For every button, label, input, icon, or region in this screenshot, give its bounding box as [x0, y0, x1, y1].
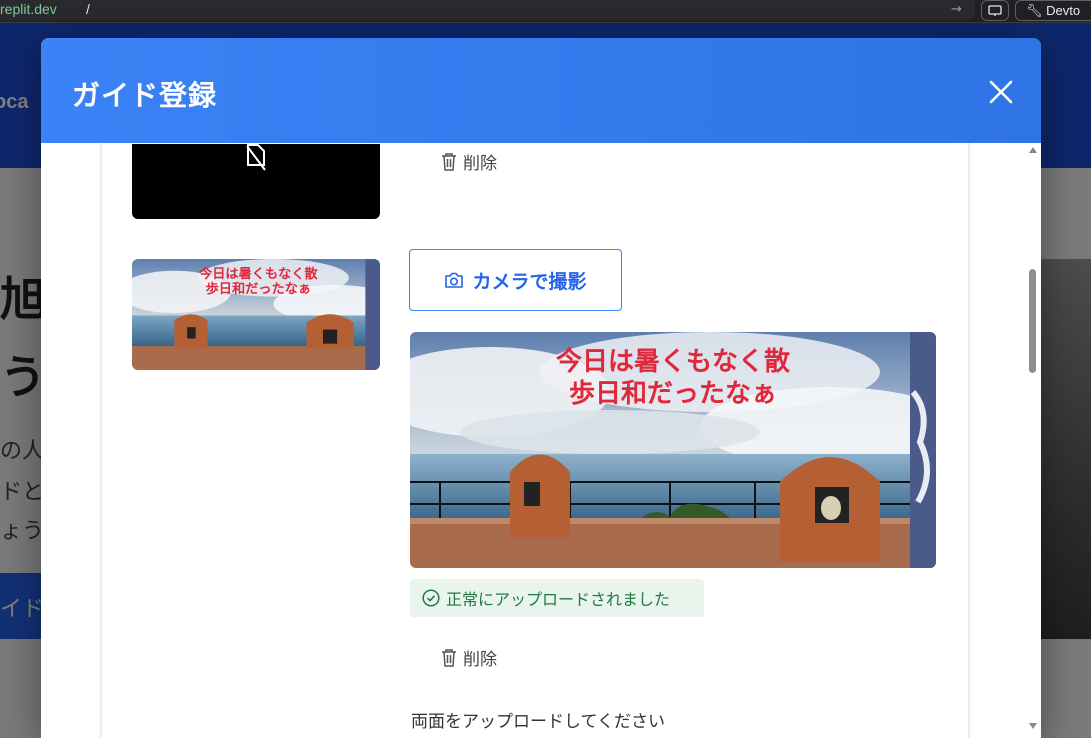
browser-toolbar: replit.dev / → 🔧︎ Devto [0, 0, 1091, 23]
photo-caption-line2: 歩日和だったなぁ [569, 379, 777, 409]
trash-icon [442, 648, 456, 667]
broken-image-icon [246, 144, 266, 171]
photo-caption-line1: 今日は暑くもなく散 [556, 346, 790, 377]
upload-success-badge: 正常にアップロードされました [410, 579, 704, 617]
scroll-down-arrow-icon[interactable] [1029, 723, 1037, 729]
modal-scrollbar[interactable] [1025, 143, 1041, 738]
devtools-label: Devto [1046, 3, 1081, 18]
camera-button-label: カメラで撮影 [472, 270, 587, 293]
devtools-button[interactable]: 🔧︎ Devto [1015, 0, 1091, 21]
go-arrow-icon[interactable]: → [951, 2, 962, 17]
camera-icon [445, 272, 464, 288]
delete-label-1: 削除 [463, 154, 497, 174]
upload-card: 削除 今日は暑くもなく散 歩日和だったなぁ カメラで撮影 今日は暑くもなく散 歩… [101, 143, 969, 738]
guide-registration-modal: ガイド登録 削除 今日は暑くもなく散 歩日和だったなぁ カメラで撮影 今日は暑く… [41, 38, 1041, 738]
check-circle-icon [422, 589, 440, 607]
camera-capture-button[interactable]: カメラで撮影 [409, 249, 622, 311]
address-bar[interactable]: replit.dev / → [0, 0, 975, 21]
url-host: replit.dev [0, 1, 57, 17]
document-thumbnail: 今日は暑くもなく散 歩日和だったなぁ [132, 259, 380, 370]
modal-body: 削除 今日は暑くもなく散 歩日和だったなぁ カメラで撮影 今日は暑くもなく散 歩… [41, 143, 1041, 738]
wrench-icon: 🔧︎ [1026, 3, 1047, 18]
uploaded-photo-preview: 今日は暑くもなく散 歩日和だったなぁ [410, 332, 936, 568]
thumb-caption-line2: 歩日和だったなぁ [206, 280, 312, 297]
trash-icon [442, 152, 456, 171]
thumb-caption-line1: 今日は暑くもなく散 [199, 265, 319, 282]
scroll-thumb[interactable] [1029, 269, 1036, 373]
modal-title: ガイド登録 [72, 79, 218, 112]
delete-button-2[interactable]: 削除 [441, 645, 497, 670]
delete-label-2: 削除 [463, 650, 497, 670]
document-thumbnail-empty [132, 144, 380, 219]
modal-header: ガイド登録 [41, 38, 1041, 143]
delete-button-1[interactable]: 削除 [441, 149, 497, 174]
upload-hint-text: 両面をアップロードしてください [411, 712, 665, 732]
monitor-icon[interactable] [981, 0, 1009, 21]
close-icon[interactable] [985, 76, 1017, 108]
success-message: 正常にアップロードされました [446, 590, 671, 609]
scroll-up-arrow-icon[interactable] [1029, 147, 1037, 153]
url-path: / [86, 1, 90, 17]
